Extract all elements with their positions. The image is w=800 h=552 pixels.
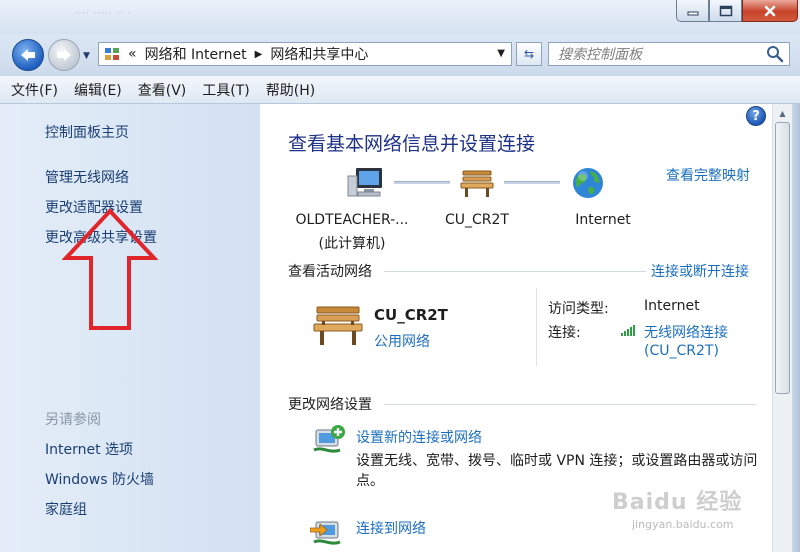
computer-icon[interactable] bbox=[346, 166, 384, 200]
window-title: ···· ····· ·· · bbox=[74, 6, 132, 20]
maximize-icon bbox=[719, 5, 732, 16]
scrollbar-thumb[interactable] bbox=[775, 122, 790, 394]
connect-to-network-link[interactable]: 连接到网络 bbox=[356, 518, 426, 538]
menu-view[interactable]: 查看(V) bbox=[138, 80, 187, 100]
sidebar-item-control-panel-home[interactable]: 控制面板主页 bbox=[45, 122, 129, 142]
active-networks-heading: 查看活动网络 bbox=[288, 264, 372, 280]
maximize-button[interactable] bbox=[709, 0, 742, 22]
new-connection-icon bbox=[313, 425, 345, 453]
refresh-icon: ⇆ bbox=[523, 47, 535, 61]
active-network-divider bbox=[536, 288, 537, 366]
navigation-bar: ▼ « 网络和 Internet ▶ 网络和共享中心 ▼ ⇆ 搜索控制面板 bbox=[0, 34, 800, 76]
recent-pages-dropdown[interactable]: ▼ bbox=[83, 51, 90, 61]
breadcrumb-separator-icon[interactable]: ▶ bbox=[255, 49, 263, 60]
network-type-link[interactable]: 公用网络 bbox=[374, 331, 430, 351]
connection-label: 连接: bbox=[548, 325, 581, 341]
search-input[interactable]: 搜索控制面板 bbox=[548, 42, 790, 66]
title-bar: ···· ····· ·· · bbox=[0, 0, 800, 34]
section-divider bbox=[384, 271, 646, 272]
view-full-map-link[interactable]: 查看完整映射 bbox=[666, 165, 750, 185]
globe-icon[interactable] bbox=[571, 166, 605, 200]
annotation-arrow-icon bbox=[62, 208, 158, 330]
wireless-signal-icon bbox=[621, 325, 635, 336]
search-icon bbox=[767, 46, 784, 63]
access-type-value: Internet bbox=[644, 298, 700, 314]
see-also-windows-firewall[interactable]: Windows 防火墙 bbox=[45, 469, 154, 489]
see-also-homegroup[interactable]: 家庭组 bbox=[45, 499, 87, 519]
help-icon: ? bbox=[752, 108, 760, 124]
control-panel-icon bbox=[105, 48, 119, 60]
address-dropdown-icon[interactable]: ▼ bbox=[497, 48, 505, 59]
see-also-heading: 另请参阅 bbox=[45, 412, 101, 428]
map-connection-line bbox=[504, 181, 560, 184]
back-arrow-icon bbox=[21, 49, 35, 61]
menu-file[interactable]: 文件(F) bbox=[11, 80, 58, 100]
minimize-icon bbox=[687, 11, 698, 15]
map-node-computer-label: OLDTEACHER-... bbox=[295, 212, 409, 228]
access-type-label: 访问类型: bbox=[548, 301, 609, 317]
window-frame bbox=[792, 104, 800, 552]
bench-icon[interactable] bbox=[460, 168, 494, 198]
search-placeholder: 搜索控制面板 bbox=[558, 47, 642, 63]
sidebar-item-manage-wireless[interactable]: 管理无线网络 bbox=[45, 167, 129, 187]
see-also-internet-options[interactable]: Internet 选项 bbox=[45, 439, 133, 459]
connect-disconnect-link[interactable]: 连接或断开连接 bbox=[651, 261, 749, 281]
map-node-internet-label: Internet bbox=[575, 212, 631, 228]
vertical-scrollbar[interactable]: ▲ bbox=[772, 104, 792, 552]
page-title: 查看基本网络信息并设置连接 bbox=[288, 133, 536, 155]
wireless-connection-link[interactable]: 无线网络连接 bbox=[644, 322, 728, 342]
breadcrumb-network-internet[interactable]: 网络和 Internet bbox=[145, 44, 247, 64]
map-node-router-label: CU_CR2T bbox=[445, 212, 509, 228]
window-controls bbox=[676, 0, 798, 22]
section-divider bbox=[384, 404, 756, 405]
forward-button[interactable] bbox=[48, 39, 80, 71]
help-button[interactable]: ? bbox=[746, 106, 766, 126]
map-connection-line bbox=[394, 181, 450, 184]
baidu-watermark: Baidu 经验 bbox=[612, 490, 743, 515]
active-network-name: CU_CR2T bbox=[374, 306, 448, 324]
menu-help[interactable]: 帮助(H) bbox=[266, 80, 315, 100]
back-button[interactable] bbox=[12, 39, 44, 71]
bench-icon bbox=[313, 306, 363, 345]
map-node-computer-sublabel: (此计算机) bbox=[318, 236, 386, 252]
forward-arrow-icon bbox=[57, 49, 71, 61]
refresh-button[interactable]: ⇆ bbox=[516, 42, 542, 66]
address-bar[interactable]: « 网络和 Internet ▶ 网络和共享中心 ▼ bbox=[98, 42, 512, 66]
change-settings-heading: 更改网络设置 bbox=[288, 397, 372, 413]
menu-bar: 文件(F) 编辑(E) 查看(V) 工具(T) 帮助(H) bbox=[0, 76, 800, 104]
baidu-watermark-url: jingyan.baidu.com bbox=[632, 518, 734, 531]
close-button[interactable] bbox=[742, 0, 798, 22]
scroll-up-icon[interactable]: ▲ bbox=[773, 104, 792, 122]
close-icon bbox=[764, 5, 776, 16]
setup-new-connection-link[interactable]: 设置新的连接或网络 bbox=[356, 427, 482, 447]
breadcrumb-network-sharing-center[interactable]: 网络和共享中心 bbox=[270, 44, 368, 64]
minimize-button[interactable] bbox=[676, 0, 709, 22]
menu-edit[interactable]: 编辑(E) bbox=[74, 80, 122, 100]
connect-to-network-icon bbox=[310, 521, 341, 545]
wireless-connection-ssid[interactable]: (CU_CR2T) bbox=[644, 343, 719, 359]
menu-tools[interactable]: 工具(T) bbox=[202, 80, 249, 100]
address-overflow-chevron[interactable]: « bbox=[128, 46, 137, 62]
